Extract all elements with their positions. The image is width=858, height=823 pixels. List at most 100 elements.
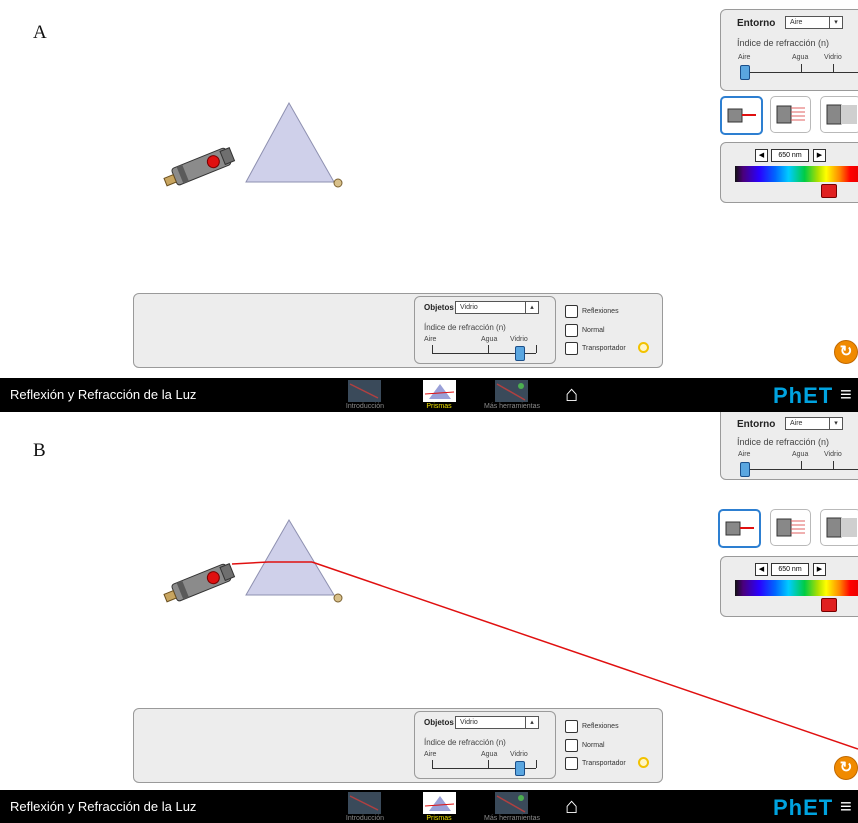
wavelength-panel: ◀ 650 nm ▶ (720, 556, 858, 617)
beam-view-button[interactable] (820, 509, 858, 546)
objects-panel: Objetos Vidrio ▴ Índice de refracción (n… (414, 296, 556, 364)
wavelength-value: 650 nm (771, 149, 809, 162)
env-tick-vidrio: Vidrio (824, 54, 842, 61)
reflections-checkbox[interactable] (565, 305, 578, 318)
sim-title: Reflexión y Refracción de la Luz (10, 799, 197, 814)
obj-tick-agua: Agua (481, 751, 498, 758)
environment-select[interactable]: Aire ▾ (785, 16, 843, 29)
prism-rotate-knob[interactable] (333, 593, 343, 603)
reset-all-button[interactable]: ↻ (834, 756, 858, 780)
environment-slider-track (743, 469, 858, 470)
environment-select[interactable]: Aire ▾ (785, 417, 843, 430)
normal-label: Normal (582, 742, 605, 749)
hamburger-menu-icon[interactable]: ≡ (840, 796, 852, 819)
navigation-bar: Reflexión y Refracción de la Luz Introdu… (0, 378, 858, 412)
wavelength-spectrum (735, 166, 858, 182)
wavelength-increase-button[interactable]: ▶ (813, 149, 826, 162)
environment-slider-thumb[interactable] (740, 462, 750, 477)
prism-triangle[interactable] (245, 101, 335, 183)
wave-view-icon (776, 105, 805, 124)
ray-view-button[interactable] (718, 509, 761, 548)
intro-screen-icon[interactable] (348, 792, 381, 814)
environment-slider-track (743, 72, 858, 73)
wavelength-slider-thumb[interactable] (821, 598, 837, 612)
wavelength-decrease-button[interactable]: ◀ (755, 149, 768, 162)
ray-view-button[interactable] (720, 96, 763, 135)
objects-slider-thumb[interactable] (515, 761, 525, 776)
beam-view-icon (826, 517, 857, 538)
protractor-label: Transportador (582, 345, 626, 352)
objects-panel: Objetos Vidrio ▴ Índice de refracción (n… (414, 711, 556, 779)
protractor-icon (638, 342, 649, 353)
env-tick-vidrio: Vidrio (824, 451, 842, 458)
prism-triangle[interactable] (245, 519, 335, 596)
environment-select-value: Aire (790, 19, 803, 26)
navigation-bar: Reflexión y Refracción de la Luz Introdu… (0, 790, 858, 823)
wavelength-decrease-button[interactable]: ◀ (755, 563, 768, 576)
laser-pointer[interactable] (162, 562, 236, 606)
env-tick-aire: Aire (738, 54, 751, 61)
tab-intro[interactable]: Introducción (325, 403, 405, 410)
objects-refraction-label: Índice de refracción (n) (424, 323, 506, 332)
ray-view-icon (727, 108, 756, 123)
phet-logo[interactable]: PhET (773, 795, 833, 821)
wavelength-spectrum (735, 580, 858, 596)
obj-tick-vidrio: Vidrio (510, 336, 528, 343)
reset-all-button[interactable]: ↻ (834, 340, 858, 364)
obj-tick-aire: Aire (424, 336, 437, 343)
environment-slider-thumb[interactable] (740, 65, 750, 80)
home-icon[interactable]: ⌂ (565, 383, 578, 405)
dropdown-arrow-icon: ▴ (525, 302, 538, 313)
objects-select[interactable]: Vidrio ▴ (455, 301, 539, 314)
environment-label: Entorno (737, 419, 776, 430)
laser-pointer[interactable] (162, 146, 236, 190)
objects-slider-thumb[interactable] (515, 346, 525, 361)
normal-label: Normal (582, 327, 605, 334)
protractor-checkbox[interactable] (565, 757, 578, 770)
incident-beam (231, 561, 269, 565)
environment-select-value: Aire (790, 420, 803, 427)
more-tools-screen-icon[interactable] (495, 792, 528, 814)
intro-screen-icon[interactable] (348, 380, 381, 402)
wave-view-icon (776, 518, 805, 537)
prism-rotate-knob[interactable] (333, 178, 343, 188)
home-icon[interactable]: ⌂ (565, 795, 578, 817)
beam-view-button[interactable] (820, 96, 858, 133)
more-tools-screen-icon[interactable] (495, 380, 528, 402)
objects-refraction-label: Índice de refracción (n) (424, 738, 506, 747)
wavelength-panel: ◀ 650 nm ▶ (720, 142, 858, 203)
wave-view-button[interactable] (770, 96, 811, 133)
object-toolbox: Objetos Vidrio ▴ Índice de refracción (n… (133, 708, 663, 783)
obj-tick-vidrio: Vidrio (510, 751, 528, 758)
reflections-label: Reflexiones (582, 723, 619, 730)
objects-select-value: Vidrio (460, 304, 478, 311)
hamburger-menu-icon[interactable]: ≡ (840, 384, 852, 407)
tab-prisms[interactable]: Prismas (399, 403, 479, 410)
wavelength-increase-button[interactable]: ▶ (813, 563, 826, 576)
normal-checkbox[interactable] (565, 739, 578, 752)
tab-more-tools[interactable]: Más herramientas (472, 815, 552, 822)
screenshot-panel-b: B Entorno Aire ▾ Índice de refracción (n… (0, 412, 858, 823)
normal-checkbox[interactable] (565, 324, 578, 337)
protractor-checkbox[interactable] (565, 342, 578, 355)
prisms-screen-icon[interactable] (423, 380, 456, 402)
wavelength-slider-thumb[interactable] (821, 184, 837, 198)
protractor-icon (638, 757, 649, 768)
reflections-checkbox[interactable] (565, 720, 578, 733)
prisms-screen-icon[interactable] (423, 792, 456, 814)
objects-select[interactable]: Vidrio ▴ (455, 716, 539, 729)
tab-intro[interactable]: Introducción (325, 815, 405, 822)
environment-panel: Entorno Aire ▾ Índice de refracción (n) … (720, 9, 858, 91)
environment-panel: Entorno Aire ▾ Índice de refracción (n) … (720, 412, 858, 480)
objects-label: Objetos (424, 303, 454, 312)
objects-select-value: Vidrio (460, 719, 478, 726)
env-tick-agua: Agua (792, 451, 809, 458)
phet-logo[interactable]: PhET (773, 383, 833, 409)
environment-label: Entorno (737, 18, 776, 29)
obj-tick-aire: Aire (424, 751, 437, 758)
tab-more-tools[interactable]: Más herramientas (472, 403, 552, 410)
tab-prisms[interactable]: Prismas (399, 815, 479, 822)
wave-view-button[interactable] (770, 509, 811, 546)
dropdown-arrow-icon: ▾ (829, 418, 842, 429)
beam-view-icon (826, 104, 857, 125)
